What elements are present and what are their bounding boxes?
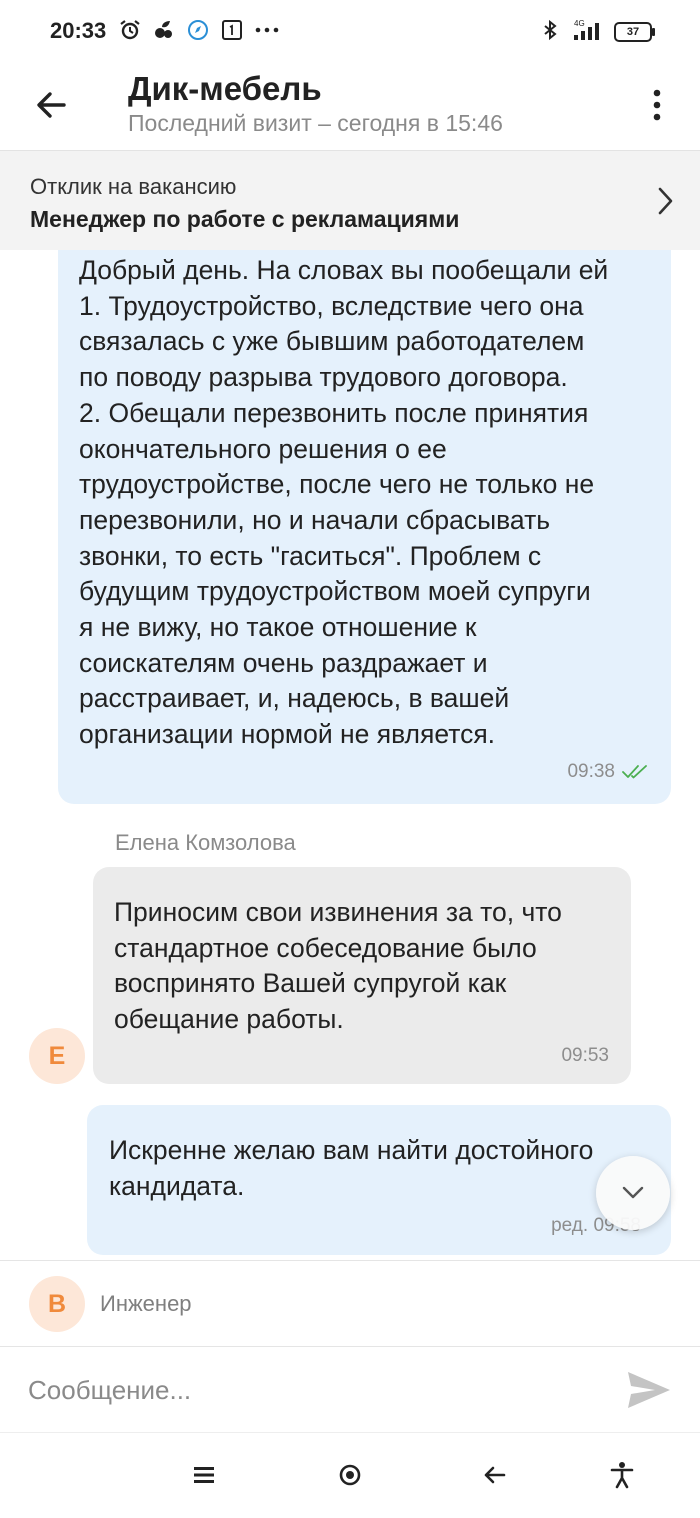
system-back-button[interactable] bbox=[474, 1455, 514, 1495]
more-vertical-icon bbox=[653, 89, 661, 121]
home-button[interactable] bbox=[330, 1455, 370, 1495]
status-system-icons: 4G 37 bbox=[538, 18, 655, 47]
message-line: кандидата. bbox=[109, 1170, 245, 1201]
message-line: стандартное собеседование было bbox=[114, 932, 537, 963]
network-type-label: 4G bbox=[574, 19, 585, 28]
chevron-down-icon bbox=[622, 1186, 644, 1199]
alarm-icon bbox=[118, 18, 142, 47]
status-time: 20:33 bbox=[50, 18, 107, 43]
message-line: соискателям очень раздражает и bbox=[79, 647, 488, 678]
chat-header: Дик-мебель Последний визит – сегодня в 1… bbox=[0, 62, 700, 150]
vacancy-title: Менеджер по работе с рекламациями bbox=[30, 206, 460, 232]
message-line: перезвонили, но и начали сбрасывать bbox=[79, 504, 551, 535]
battery-icon: 37 bbox=[614, 22, 655, 42]
recent-apps-button[interactable] bbox=[184, 1455, 224, 1495]
home-circle-icon bbox=[339, 1464, 361, 1486]
message-line: Приносим свои извинения за то, что bbox=[114, 897, 562, 927]
message-line: окончательного решения о ее bbox=[79, 433, 447, 464]
last-seen-status: Последний визит – сегодня в 15:46 bbox=[128, 110, 503, 136]
message-line: обещание работы. bbox=[114, 1004, 344, 1035]
sender-avatar[interactable]: Е bbox=[29, 1028, 85, 1084]
double-check-read-icon bbox=[622, 765, 647, 779]
message-text: Приносим свои извинения за то, что станд… bbox=[114, 895, 619, 1038]
vacancy-banner[interactable]: Отклик на вакансию Менеджер по работе с … bbox=[0, 150, 700, 251]
message-time: 09:53 bbox=[561, 1045, 609, 1066]
vacancy-caption: Отклик на вакансию bbox=[30, 174, 237, 199]
message-line: 2. Обещали перезвонить после принятия bbox=[79, 397, 589, 428]
outgoing-message[interactable]: Искренне желаю вам найти достойного канд… bbox=[87, 1105, 671, 1255]
message-line: Добрый день. На словах вы пообещали ей bbox=[79, 255, 609, 285]
chat-title[interactable]: Дик-мебель bbox=[128, 70, 322, 108]
message-input[interactable] bbox=[28, 1365, 588, 1415]
app-notification-icon bbox=[152, 18, 176, 47]
status-bar: 20:33 4G 37 bbox=[0, 0, 700, 62]
status-notification-icons bbox=[118, 18, 280, 46]
scroll-to-bottom-button[interactable] bbox=[596, 1156, 670, 1230]
signal-icon: 4G bbox=[570, 18, 606, 47]
back-arrow-icon bbox=[484, 1466, 506, 1484]
message-line: трудоустройстве, после чего не только не bbox=[79, 469, 595, 500]
message-time: 09:38 bbox=[567, 761, 615, 782]
avatar-letter: В bbox=[47, 1289, 67, 1318]
system-navigation-bar bbox=[0, 1432, 700, 1518]
battery-level: 37 bbox=[626, 26, 640, 38]
message-line: расстраивает, и, надеюсь, в вашей bbox=[79, 683, 510, 714]
message-line: Искренне желаю вам найти достойного bbox=[109, 1135, 594, 1165]
reply-avatar: В bbox=[29, 1276, 85, 1332]
message-line: 1. Трудоустройство, вследствие чего она bbox=[79, 290, 584, 321]
message-line: звонки, то есть "гаситься". Проблем с bbox=[79, 540, 542, 571]
sim-notification-icon bbox=[220, 18, 244, 47]
reply-context[interactable]: В Инженер bbox=[0, 1260, 700, 1347]
accessibility-button[interactable] bbox=[602, 1455, 642, 1495]
chevron-right-icon bbox=[648, 181, 682, 221]
message-line: организации нормой не является. bbox=[79, 719, 496, 750]
message-line: будущим трудоустройством моей супруги bbox=[79, 576, 591, 607]
compass-icon bbox=[186, 18, 210, 47]
accessibility-icon bbox=[610, 1462, 634, 1489]
bluetooth-icon bbox=[538, 18, 562, 47]
incoming-message[interactable]: Приносим свои извинения за то, что станд… bbox=[93, 867, 631, 1084]
more-notifications-icon bbox=[254, 18, 280, 47]
message-line: связалась с уже бывшим работодателем bbox=[79, 326, 585, 357]
message-meta: 09:38 bbox=[567, 761, 651, 783]
message-line: я не вижу, но такое отношение к bbox=[79, 612, 477, 643]
sender-name: Елена Комзолова bbox=[115, 830, 296, 855]
outgoing-message[interactable]: Добрый день. На словах вы пообещали ей 1… bbox=[58, 250, 671, 804]
message-meta: 09:53 bbox=[561, 1045, 609, 1067]
message-composer bbox=[0, 1346, 700, 1433]
message-text: Искренне желаю вам найти достойного канд… bbox=[109, 1133, 654, 1204]
arrow-left-icon bbox=[37, 92, 66, 118]
message-line: воспринято Вашей супругой как bbox=[114, 968, 507, 999]
send-icon bbox=[628, 1372, 670, 1408]
message-text: Добрый день. На словах вы пообещали ей 1… bbox=[79, 253, 664, 753]
back-button[interactable] bbox=[26, 80, 76, 130]
menu-lines-icon bbox=[194, 1467, 214, 1483]
avatar-letter: Е bbox=[48, 1041, 66, 1070]
message-line: по поводу разрыва трудового договора. bbox=[79, 362, 568, 393]
message-list[interactable]: Добрый день. На словах вы пообещали ей 1… bbox=[0, 250, 700, 1260]
more-options-button[interactable] bbox=[636, 80, 678, 130]
send-button[interactable] bbox=[624, 1365, 674, 1415]
reply-name: Инженер bbox=[100, 1291, 192, 1316]
